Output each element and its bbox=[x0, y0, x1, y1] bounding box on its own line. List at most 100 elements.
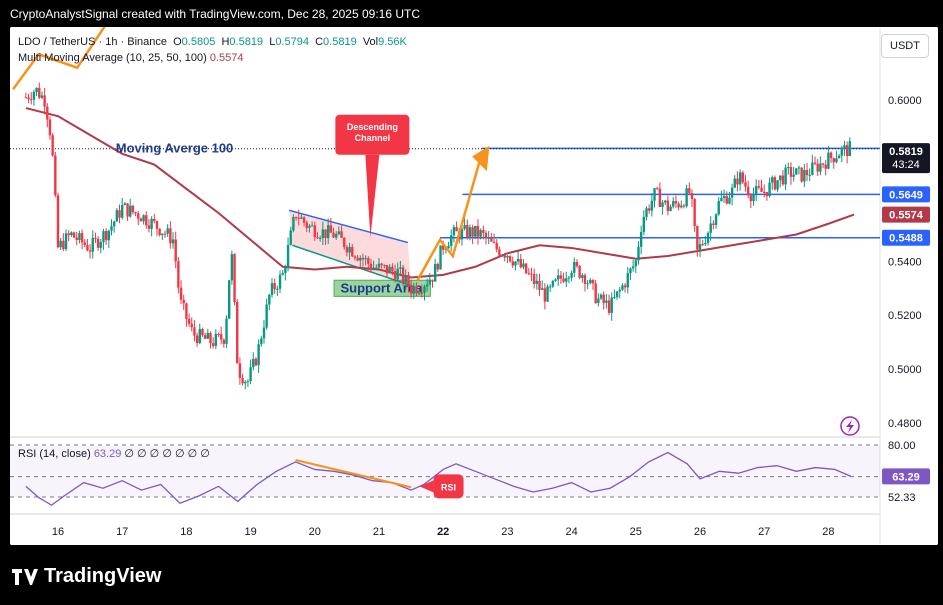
indicator-header[interactable]: Multi Moving Average (10, 25, 50, 100) 0… bbox=[18, 52, 243, 64]
candle-body bbox=[749, 195, 753, 202]
candle-body bbox=[276, 288, 279, 290]
candle-body bbox=[495, 242, 498, 250]
candle-body bbox=[289, 230, 292, 245]
time-axis-tick: 24 bbox=[565, 526, 577, 538]
candle-body bbox=[377, 263, 381, 268]
candle-body bbox=[340, 231, 343, 238]
candle-body bbox=[626, 273, 629, 288]
candle-body bbox=[284, 267, 287, 274]
candle-body bbox=[514, 261, 517, 266]
candle-body bbox=[214, 333, 218, 346]
candle-body bbox=[752, 194, 755, 202]
candle-body bbox=[591, 279, 595, 284]
candle-body bbox=[754, 186, 758, 195]
candle-body bbox=[696, 225, 699, 250]
candle-body bbox=[75, 237, 78, 241]
candle-body bbox=[372, 267, 375, 270]
candle-body bbox=[557, 275, 560, 280]
candle-body bbox=[244, 381, 247, 384]
candle-body bbox=[805, 169, 809, 176]
candle-body bbox=[637, 246, 640, 261]
currency-button[interactable]: USDT bbox=[881, 34, 929, 58]
candle-body bbox=[797, 167, 801, 169]
candle-body bbox=[335, 234, 338, 238]
candle-body bbox=[123, 203, 127, 206]
rsi-axis-tick: 80.00 bbox=[888, 440, 916, 452]
candle-body bbox=[329, 225, 333, 233]
candle-body bbox=[813, 162, 817, 164]
current-price-label: 0.5819 bbox=[889, 146, 923, 158]
candle-body bbox=[848, 141, 851, 157]
candle-body bbox=[693, 199, 696, 226]
candle-body bbox=[484, 232, 488, 238]
candle-body bbox=[787, 167, 790, 169]
candle-body bbox=[343, 237, 346, 248]
candle-body bbox=[222, 339, 226, 344]
candle-body bbox=[781, 175, 785, 185]
candle-body bbox=[94, 237, 97, 239]
candle-body bbox=[819, 163, 822, 172]
time-axis-tick: 20 bbox=[309, 526, 321, 538]
candle-body bbox=[206, 332, 209, 339]
candle-body bbox=[99, 242, 102, 248]
candle-body bbox=[409, 286, 413, 294]
candle-body bbox=[249, 367, 252, 382]
candle-body bbox=[281, 273, 284, 275]
candle-body bbox=[383, 265, 386, 267]
candle-body bbox=[795, 168, 798, 175]
candle-body bbox=[816, 163, 819, 172]
candle-body bbox=[500, 255, 504, 257]
candle-body bbox=[91, 237, 94, 252]
candle-body bbox=[658, 188, 662, 208]
candle-body bbox=[535, 280, 539, 284]
candle-body bbox=[433, 263, 437, 282]
candle-body bbox=[230, 254, 234, 281]
candle-body bbox=[450, 235, 453, 246]
candle-body bbox=[776, 180, 779, 190]
candle-body bbox=[86, 245, 89, 251]
candle-body bbox=[324, 229, 327, 239]
candle-body bbox=[46, 106, 49, 120]
candle-body bbox=[260, 338, 263, 345]
candle-body bbox=[166, 228, 169, 234]
candle-body bbox=[479, 230, 482, 237]
candle-body bbox=[666, 200, 670, 211]
candle-body bbox=[54, 155, 57, 196]
candle-body bbox=[594, 283, 597, 303]
candle-body bbox=[840, 148, 843, 156]
candle-body bbox=[613, 297, 616, 299]
rsi-callout-label: RSI bbox=[441, 482, 456, 492]
candle-body bbox=[388, 266, 391, 274]
candle-body bbox=[313, 225, 316, 238]
candle-body bbox=[784, 167, 787, 185]
candle-body bbox=[669, 206, 672, 211]
candle-body bbox=[532, 273, 536, 284]
candle-body bbox=[369, 263, 373, 270]
candle-body bbox=[730, 187, 734, 198]
candle-body bbox=[837, 155, 841, 159]
candle-body bbox=[466, 224, 469, 238]
indicator-label: Multi Moving Average (10, 25, 50, 100) bbox=[18, 52, 207, 64]
candle-body bbox=[107, 230, 111, 241]
candle-body bbox=[104, 231, 108, 241]
candle-body bbox=[549, 286, 552, 288]
candle-body bbox=[118, 210, 121, 218]
candle-body bbox=[391, 266, 394, 271]
candle-body bbox=[845, 145, 849, 157]
rsi-label: RSI (14, close) bbox=[18, 448, 91, 460]
candle-body bbox=[760, 187, 763, 192]
candle-body bbox=[543, 288, 547, 302]
candle-body bbox=[554, 279, 557, 281]
candle-body bbox=[78, 233, 81, 241]
candle-body bbox=[174, 239, 177, 262]
candle-body bbox=[401, 267, 405, 283]
candle-body bbox=[452, 227, 456, 236]
rsi-header[interactable]: RSI (14, close) 63.29 ∅ ∅ ∅ ∅ ∅ ∅ ∅ bbox=[18, 447, 210, 460]
candle-body bbox=[294, 217, 298, 219]
chart-frame[interactable]: 0.6000 0.5400 0.5200 0.5000 0.4800 16 17 18 19 20… bbox=[10, 27, 938, 545]
tradingview-logo-icon bbox=[12, 568, 38, 585]
price-chart[interactable]: 0.6000 0.5400 0.5200 0.5000 0.4800 16 17 18 19 20… bbox=[10, 27, 938, 545]
candle-body bbox=[147, 225, 151, 229]
candle-body bbox=[308, 225, 311, 228]
candle-body bbox=[674, 201, 678, 204]
